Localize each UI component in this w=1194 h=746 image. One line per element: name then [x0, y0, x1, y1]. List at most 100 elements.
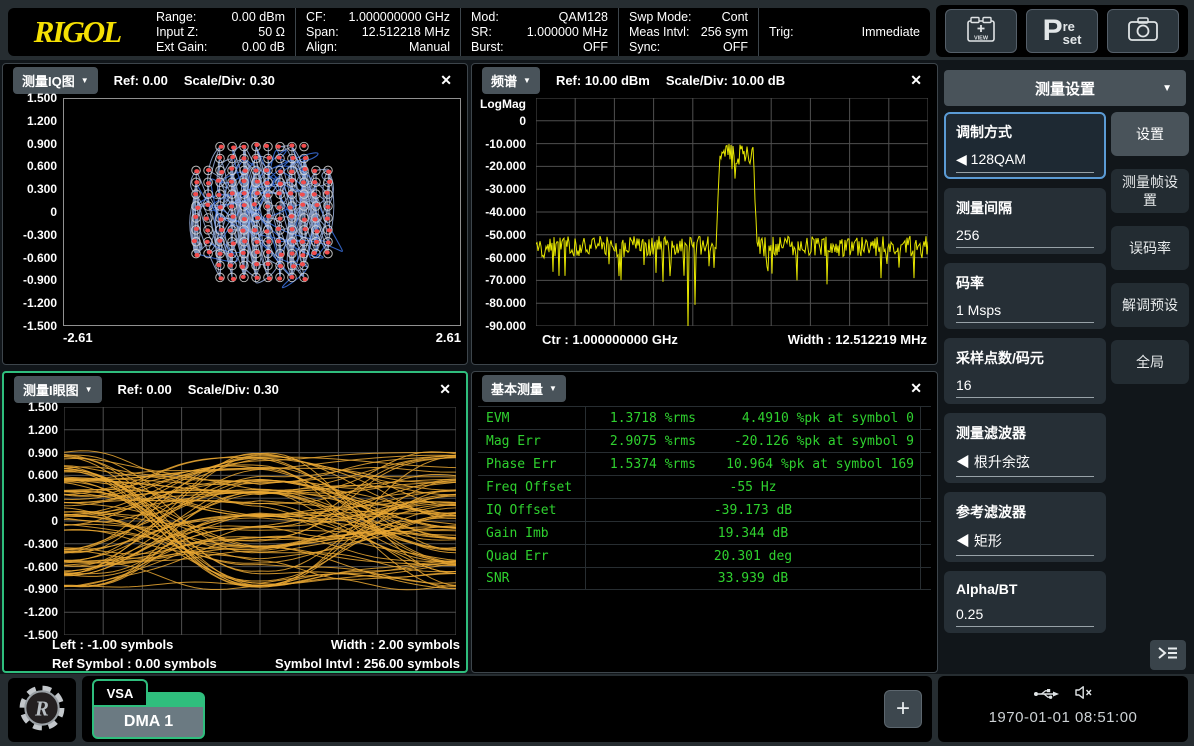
measurement-values: 19.344 dB	[585, 522, 921, 544]
sidebar-item-value: ◀ 128QAM	[956, 151, 1094, 173]
measurement-row: IQ Offset-39.173 dB	[478, 498, 931, 521]
status-icons	[938, 685, 1188, 705]
sidebar-menu-item[interactable]: 参考滤波器◀ 矩形	[944, 492, 1106, 562]
topbar-field-value: 1.000000 MHz	[527, 25, 608, 40]
measurement-name: Freq Offset	[478, 480, 585, 495]
y-axis-tick: -20.000	[472, 159, 526, 173]
measurement-close-button[interactable]: ✕	[905, 378, 927, 399]
add-application-button[interactable]: +	[884, 690, 922, 728]
iq-x-max: 2.61	[436, 330, 461, 345]
sidebar-menu-title[interactable]: 测量设置 ▼	[944, 70, 1186, 106]
topbar-button-group: VIEW P re set	[936, 5, 1188, 57]
y-axis-tick: -0.300	[4, 537, 58, 551]
settings-sidebar: 测量设置 ▼ 调制方式◀ 128QAM 测量间隔256 码率1 Msps 采样点数/码…	[941, 63, 1192, 673]
y-axis-tick: 0.900	[3, 137, 57, 151]
iq-constellation-plot[interactable]	[63, 98, 461, 326]
measurement-values: -55 Hz	[585, 476, 921, 498]
topbar-field-label: Meas Intvl:	[629, 25, 689, 40]
svg-text:VIEW: VIEW	[974, 35, 989, 41]
eye-y-axis: 1.5001.2000.9000.6000.3000-0.300-0.600-0…	[4, 373, 62, 671]
rigol-gear-icon: R	[17, 683, 67, 738]
topbar-field: Input Z: 50 Ω	[156, 25, 285, 40]
y-axis-tick: -0.600	[3, 251, 57, 265]
topbar-field-value: 50 Ω	[258, 25, 285, 40]
topbar-field-value: 256 sym	[701, 25, 748, 40]
y-axis-tick: -70.000	[472, 273, 526, 287]
topbar-field: Align:Manual	[306, 40, 450, 55]
sidebar-tab[interactable]: 测量帧设置	[1111, 169, 1189, 213]
measurement-name: IQ Offset	[478, 503, 585, 518]
basic-measurement-panel: 基本测量▼ ✕ EVM1.3718 %rms4.4910 %pk at symb…	[471, 371, 938, 673]
y-axis-tick: -0.900	[4, 582, 58, 596]
topbar-field-label: Input Z:	[156, 25, 198, 40]
y-axis-tick: 0.300	[4, 491, 58, 505]
topbar-field: CF:1.000000000 GHz	[306, 10, 450, 25]
y-axis-tick: 0	[472, 114, 526, 128]
preset-icon: P	[1043, 16, 1063, 46]
sidebar-item-value: ◀ 矩形	[956, 531, 1094, 556]
menu-collapse-button[interactable]	[1150, 640, 1186, 670]
home-button[interactable]: R	[8, 678, 76, 742]
view-button[interactable]: VIEW	[945, 9, 1017, 53]
y-axis-tick: 1.200	[4, 423, 58, 437]
topbar-field: Trig:Immediate	[769, 25, 920, 40]
dropdown-arrow-icon: ▼	[81, 76, 89, 85]
spectrum-plot[interactable]	[536, 98, 928, 326]
eye-footer-right-value: Width : 2.00 symbols	[331, 637, 460, 652]
eye-close-button[interactable]: ✕	[434, 379, 456, 400]
topbar-field-value: 0.00 dB	[242, 40, 285, 55]
sidebar-tab[interactable]: 解调预设	[1111, 283, 1189, 327]
sidebar-tab[interactable]: 设置	[1111, 112, 1189, 156]
iq-close-button[interactable]: ✕	[435, 70, 457, 91]
eye-diagram-plot[interactable]	[64, 407, 456, 635]
y-axis-tick: 0.300	[3, 182, 57, 196]
sidebar-menu-item[interactable]: 码率1 Msps	[944, 263, 1106, 329]
sidebar-menu-item[interactable]: 调制方式◀ 128QAM	[944, 112, 1106, 179]
y-axis-tick: -0.900	[3, 273, 57, 287]
measurement-value: 33.939 dB	[592, 571, 914, 586]
y-axis-tick: 1.500	[3, 91, 57, 105]
iq-scale-value: Scale/Div: 0.30	[184, 73, 275, 88]
sidebar-item-value: 256	[956, 227, 1094, 248]
system-status-box[interactable]: 1970-01-01 08:51:00	[938, 676, 1188, 742]
eye-footer-row: Ref Symbol : 0.00 symbolsSymbol Intvl : …	[52, 656, 460, 671]
screenshot-button[interactable]	[1107, 9, 1179, 53]
measurement-table: EVM1.3718 %rms4.4910 %pk at symbol 0Mag …	[478, 406, 931, 590]
dropdown-arrow-icon: ▼	[85, 385, 93, 394]
sidebar-item-label: 采样点数/码元	[956, 348, 1094, 368]
topbar-sections: Range:0.00 dBmInput Z:50 ΩExt Gain:0.00 …	[146, 8, 930, 56]
topbar-field-label: Swp Mode:	[629, 10, 692, 25]
topbar-field-value: Cont	[722, 10, 748, 25]
dropdown-arrow-icon: ▼	[1162, 83, 1172, 94]
svg-text:R: R	[34, 696, 49, 720]
preset-button[interactable]: P re set	[1026, 9, 1098, 53]
topbar-field-value: Manual	[409, 40, 450, 55]
y-axis-tick: 1.500	[4, 400, 58, 414]
measurement-row: Quad Err20.301 deg	[478, 544, 931, 567]
rigol-logo: RIGOL	[8, 8, 146, 56]
measurement-name: SNR	[478, 571, 585, 586]
vsa-app-tab[interactable]: VSA DMA 1	[92, 679, 207, 739]
sidebar-tab[interactable]: 误码率	[1111, 226, 1189, 270]
topbar-field-value: 1.000000000 GHz	[349, 10, 450, 25]
measurement-row: EVM1.3718 %rms4.4910 %pk at symbol 0	[478, 406, 931, 429]
spectrum-close-button[interactable]: ✕	[905, 70, 927, 91]
sidebar-menu-item[interactable]: 测量滤波器◀ 根升余弦	[944, 413, 1106, 483]
topbar-field-label: Span:	[306, 25, 339, 40]
sidebar-item-value: ◀ 根升余弦	[956, 452, 1094, 477]
sidebar-menu-item[interactable]: 采样点数/码元16	[944, 338, 1106, 404]
topbar-field-value: QAM128	[559, 10, 608, 25]
measurement-selector[interactable]: 基本测量▼	[482, 375, 566, 402]
measurement-value: -55 Hz	[592, 480, 914, 495]
usb-icon	[1033, 686, 1060, 705]
camera-icon	[1126, 14, 1160, 49]
y-axis-tick: -1.200	[3, 296, 57, 310]
y-axis-tick: 1.200	[3, 114, 57, 128]
sidebar-tab[interactable]: 全局	[1111, 340, 1189, 384]
sidebar-menu-item[interactable]: 测量间隔256	[944, 188, 1106, 254]
y-axis-tick: 0	[4, 514, 58, 528]
eye-footer-row: Left : -1.00 symbolsWidth : 2.00 symbols	[52, 637, 460, 652]
sidebar-menu-item[interactable]: Alpha/BT0.25	[944, 571, 1106, 633]
sidebar-item-label: Alpha/BT	[956, 581, 1094, 597]
topbar-field-label: Trig:	[769, 25, 794, 40]
